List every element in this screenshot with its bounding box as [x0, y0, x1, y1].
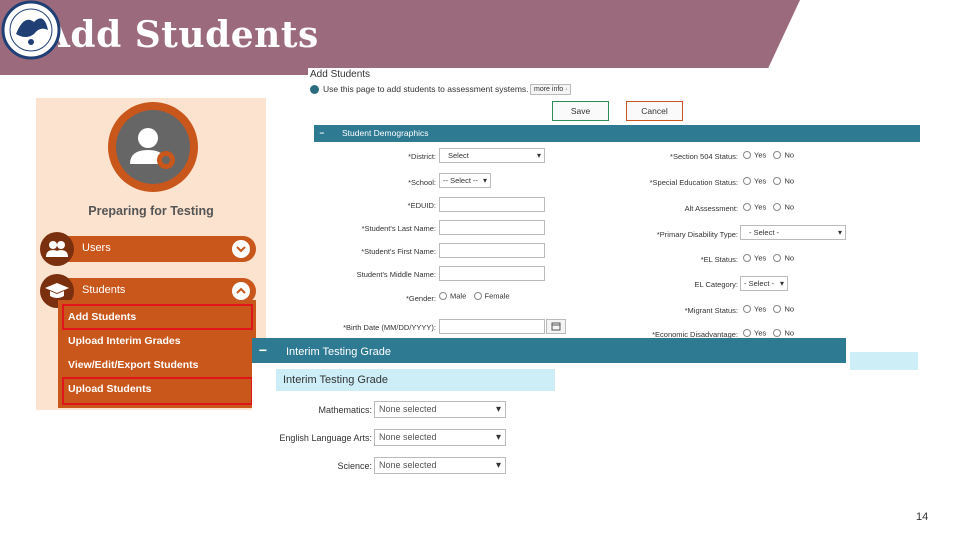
gender-male-radio[interactable]: [439, 291, 447, 300]
seal-logo: [1, 0, 61, 60]
no-radio[interactable]: [773, 304, 782, 313]
district-select[interactable]: Select: [439, 148, 545, 163]
alt-assessment-label: Alt Assessment:: [684, 204, 738, 213]
more-info-button[interactable]: more info ·: [530, 84, 572, 95]
yes-radio[interactable]: [743, 202, 751, 211]
science-select[interactable]: None selected: [374, 457, 506, 474]
yes-radio[interactable]: [743, 176, 751, 185]
menu-item-users[interactable]: Users: [40, 232, 256, 266]
last-name-field[interactable]: [439, 220, 545, 235]
primary-disability-label: *Primary Disability Type:: [656, 230, 738, 239]
slide-title: Add Students: [42, 14, 319, 56]
section-504-radio-group: Yes No: [738, 150, 794, 159]
migrant-status-label: *Migrant Status:: [684, 306, 738, 315]
student-demographics-header[interactable]: − Student Demographics: [314, 125, 920, 142]
ela-label: English Language Arts:: [279, 433, 372, 443]
alt-assessment-radio-group: Yes No: [738, 202, 794, 211]
yes-radio[interactable]: [743, 150, 751, 159]
el-category-label: EL Category:: [694, 280, 739, 289]
eduid-field[interactable]: [439, 197, 545, 212]
navigation-menu: Preparing for Testing Users Students Add…: [36, 98, 266, 410]
submenu-upload-interim-grades[interactable]: Upload Interim Grades: [68, 335, 181, 347]
no-radio[interactable]: [773, 328, 782, 337]
middle-name-field[interactable]: [439, 266, 545, 281]
highlight-add-students: [62, 304, 253, 330]
eduid-label: *EDUID:: [407, 201, 436, 210]
gender-radio-group: Male Female: [434, 291, 510, 300]
birth-date-label: *Birth Date (MM/DD/YYYY):: [343, 323, 436, 332]
district-label: *District:: [408, 152, 436, 161]
avatar: [108, 102, 198, 192]
menu-item-label: Users: [82, 242, 111, 254]
interim-subheading: Interim Testing Grade: [276, 369, 555, 391]
el-status-label: *EL Status:: [700, 255, 738, 264]
el-status-radio-group: Yes No: [738, 253, 794, 262]
gender-female-radio[interactable]: [473, 291, 482, 300]
mathematics-label: Mathematics:: [318, 405, 372, 415]
slide: Add Students Preparing for Testing Users…: [0, 0, 960, 540]
interim-testing-grade-header[interactable]: − Interim Testing Grade: [252, 338, 846, 363]
page-number: 14: [916, 511, 929, 523]
collapse-icon[interactable]: −: [252, 338, 274, 363]
highlight-upload-students: [62, 377, 253, 405]
user-settings-icon: [116, 110, 190, 184]
birth-date-field[interactable]: [439, 319, 545, 334]
last-name-label: *Student's Last Name:: [361, 224, 436, 233]
science-label: Science:: [337, 461, 372, 471]
info-text: Use this page to add students to assessm…: [323, 84, 529, 94]
calendar-icon[interactable]: [546, 319, 566, 334]
form-title: Add Students: [310, 69, 371, 80]
yes-radio[interactable]: [743, 253, 751, 262]
save-button[interactable]: Save: [552, 101, 609, 121]
special-education-label: *Special Education Status:: [649, 178, 738, 187]
section-504-label: *Section 504 Status:: [670, 152, 738, 161]
collapse-icon[interactable]: −: [314, 125, 330, 142]
menu-heading: Preparing for Testing: [88, 204, 214, 218]
first-name-field[interactable]: [439, 243, 545, 258]
users-icon: [40, 232, 74, 266]
school-label: *School:: [408, 178, 436, 187]
no-radio[interactable]: [773, 202, 782, 211]
no-radio[interactable]: [773, 253, 782, 262]
school-select[interactable]: -- Select --: [439, 173, 491, 188]
header-band: Add Students: [0, 0, 960, 75]
yes-radio[interactable]: [743, 304, 751, 313]
gender-label: *Gender:: [405, 294, 436, 303]
first-name-label: *Student's First Name:: [361, 247, 436, 256]
chevron-up-icon[interactable]: [232, 282, 250, 300]
ela-select[interactable]: None selected: [374, 429, 506, 446]
no-radio[interactable]: [773, 176, 782, 185]
add-students-form: Add Students Use this page to add studen…: [308, 68, 920, 339]
economic-disadvantage-radio-group: Yes No: [738, 328, 794, 337]
primary-disability-select[interactable]: - Select -: [740, 225, 846, 240]
menu-item-label: Students: [82, 284, 126, 296]
background-stub: [850, 352, 918, 370]
mathematics-select[interactable]: None selected: [374, 401, 506, 418]
middle-name-label: Student's Middle Name:: [356, 270, 436, 279]
interim-testing-grade-panel: − Interim Testing Grade Interim Testing G…: [252, 338, 846, 484]
no-radio[interactable]: [773, 150, 782, 159]
special-education-radio-group: Yes No: [738, 176, 794, 185]
el-category-select[interactable]: - Select -: [740, 276, 788, 291]
info-icon: [310, 85, 319, 95]
migrant-status-radio-group: Yes No: [738, 304, 794, 313]
info-line: Use this page to add students to assessm…: [310, 84, 529, 95]
submenu-view-edit-export-students[interactable]: View/Edit/Export Students: [68, 359, 199, 371]
chevron-down-icon[interactable]: [232, 240, 250, 258]
yes-radio[interactable]: [743, 328, 751, 337]
cancel-button[interactable]: Cancel: [626, 101, 683, 121]
